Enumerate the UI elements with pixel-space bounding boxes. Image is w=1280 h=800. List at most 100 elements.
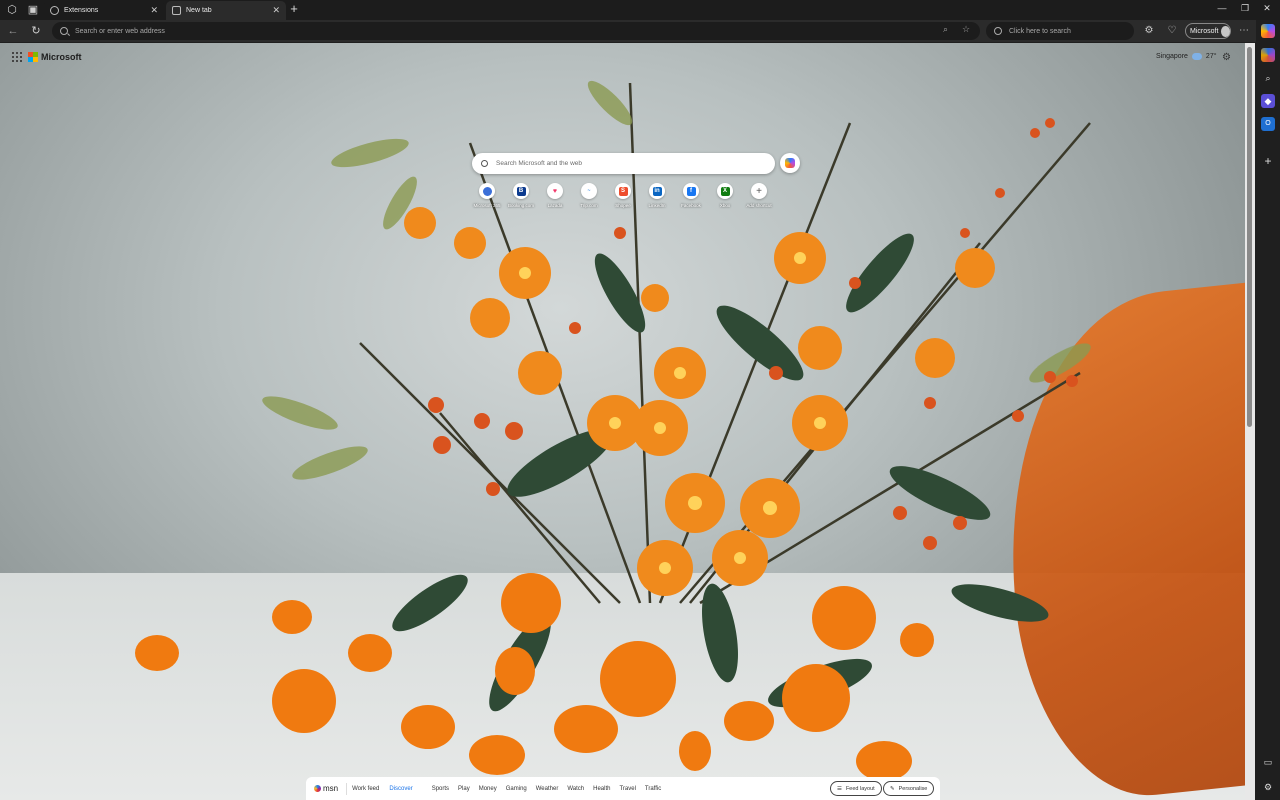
minimize-icon[interactable]: — — [1215, 3, 1229, 13]
shortcut-label: Booking.com — [507, 203, 534, 208]
new-tab-button[interactable]: + — [287, 2, 301, 16]
app-launcher-icon[interactable] — [12, 52, 22, 62]
address-bar[interactable]: Search or enter web address — [52, 22, 980, 40]
feed-link-traffic[interactable]: Traffic — [645, 786, 661, 792]
web-search-placeholder: Click here to search — [1009, 27, 1071, 35]
feed-layout-button[interactable]: ☰ Feed layout — [830, 781, 882, 796]
refresh-icon[interactable]: ↻ — [29, 24, 43, 38]
sidebar-settings-icon[interactable]: ⚙ — [1261, 780, 1275, 794]
feed-link-watch[interactable]: Watch — [567, 786, 584, 792]
shortcut-label: Lazada — [547, 203, 563, 208]
add-sidebar-app-icon[interactable]: + — [1261, 154, 1275, 168]
shortcut-label: Add shortcut — [746, 203, 772, 208]
microsoft-logo-icon — [28, 52, 38, 62]
feed-link-sports[interactable]: Sports — [432, 786, 449, 792]
shortcut-microsoft-365[interactable]: Microsoft 365 — [470, 183, 504, 208]
tab-work-feed[interactable]: Work feed — [346, 782, 384, 795]
personalise-label: Personalise — [898, 785, 928, 792]
search-icon[interactable]: ⌕ — [1261, 71, 1275, 85]
tab-new-tab[interactable]: New tab ✕ — [166, 1, 286, 20]
cloud-icon — [1191, 53, 1202, 60]
msn-butterfly-icon — [314, 785, 321, 792]
feed-link-health[interactable]: Health — [593, 786, 610, 792]
shortcut-facebook[interactable]: f Facebook — [674, 183, 708, 208]
m365-icon — [479, 183, 495, 199]
tab-label: New tab — [186, 7, 212, 14]
avatar — [1221, 25, 1230, 37]
shortcut-trip[interactable]: ~ Trip.com — [572, 183, 606, 208]
shortcut-label: Trip.com — [580, 203, 598, 208]
xbox-icon: X — [717, 183, 733, 199]
shortcut-label: LinkedIn — [648, 203, 666, 208]
scrollbar-thumb[interactable] — [1247, 47, 1252, 427]
close-icon[interactable]: ✕ — [272, 5, 280, 16]
feed-link-money[interactable]: Money — [479, 786, 497, 792]
copilot-app-icon[interactable] — [1261, 48, 1275, 62]
page-scrollbar[interactable] — [1245, 43, 1255, 800]
search-icon — [481, 160, 488, 167]
page-icon — [172, 6, 181, 15]
weather-widget[interactable]: Singapore 27° — [1156, 53, 1217, 60]
search-icon — [60, 27, 68, 35]
edge-sidebar: ⌕ ◆ O + ▭ ⚙ — [1256, 20, 1280, 800]
weather-temperature: 27° — [1205, 53, 1217, 60]
ntp-search-input[interactable]: Search Microsoft and the web — [472, 153, 775, 174]
search-placeholder: Search Microsoft and the web — [496, 160, 582, 167]
shopee-icon: S — [615, 183, 631, 199]
msn-feed-bar: msn Work feed Discover Sports Play Money… — [306, 777, 940, 800]
msn-logo-text: msn — [323, 784, 339, 793]
restore-icon[interactable]: ❐ — [1238, 3, 1252, 14]
workspaces-icon[interactable]: ⬡ — [5, 3, 19, 17]
shortcut-linkedin[interactable]: in LinkedIn — [640, 183, 674, 208]
browser-essentials-icon[interactable]: ♡ — [1165, 24, 1179, 38]
msn-logo[interactable]: msn — [314, 784, 338, 793]
close-icon[interactable]: ✕ — [150, 5, 158, 16]
feed-link-travel[interactable]: Travel — [619, 786, 635, 792]
window-close-icon[interactable]: ✕ — [1260, 3, 1274, 14]
favorite-star-icon[interactable]: ☆ — [962, 24, 970, 35]
tab-label: Extensions — [64, 7, 99, 14]
feed-link-play[interactable]: Play — [458, 786, 470, 792]
address-placeholder: Search or enter web address — [75, 27, 165, 35]
feed-link-gaming[interactable]: Gaming — [506, 786, 527, 792]
web-search-box[interactable]: Click here to search — [986, 22, 1134, 40]
linkedin-icon: in — [649, 183, 665, 199]
shortcut-booking[interactable]: B Booking.com — [504, 183, 538, 208]
copilot-icon — [785, 158, 795, 168]
browser-toolbar: ← ↻ Search or enter web address ⌕ ☆ Clic… — [0, 20, 1280, 42]
trip-icon: ~ — [581, 183, 597, 199]
tab-actions-icon[interactable]: ▣ — [26, 3, 40, 17]
shortcut-lazada[interactable]: ♥ Lazada — [538, 183, 572, 208]
layout-icon: ☰ — [837, 785, 842, 792]
sidebar-layout-icon[interactable]: ▭ — [1261, 755, 1275, 769]
shortcut-label: Microsoft 365 — [473, 203, 501, 208]
brand: Microsoft — [12, 52, 82, 62]
extensions-icon[interactable]: ⚙ — [1142, 24, 1156, 38]
personalise-icon: ✎ — [890, 785, 895, 792]
booking-icon: B — [513, 183, 529, 199]
title-bar: ⬡ ▣ Extensions ✕ New tab ✕ + — ❐ ✕ — [0, 0, 1280, 20]
profile-button[interactable]: Microsoft — [1185, 23, 1231, 39]
lazada-icon: ♥ — [547, 183, 563, 199]
plus-icon: + — [751, 183, 767, 199]
shortcut-xbox[interactable]: X Xbox — [708, 183, 742, 208]
back-icon[interactable]: ← — [6, 24, 20, 38]
tab-extensions[interactable]: Extensions ✕ — [44, 1, 164, 20]
weather-location: Singapore — [1156, 53, 1188, 60]
personalise-button[interactable]: ✎ Personalise — [883, 781, 935, 796]
copilot-button[interactable] — [780, 153, 800, 173]
shortcut-shopee[interactable]: S Shopee — [606, 183, 640, 208]
copilot-icon[interactable] — [1261, 24, 1275, 38]
more-options-icon[interactable]: ⋯ — [1237, 24, 1251, 38]
zoom-icon[interactable]: ⌕ — [943, 24, 948, 35]
brand-label: Microsoft — [41, 52, 82, 62]
feed-link-weather[interactable]: Weather — [536, 786, 559, 792]
new-tab-page: Microsoft Singapore 27° ⚙ Search Microso… — [0, 43, 1245, 800]
tab-discover[interactable]: Discover — [384, 783, 417, 795]
outlook-icon[interactable]: O — [1261, 117, 1275, 131]
add-shortcut-button[interactable]: + Add shortcut — [742, 183, 776, 208]
shortcut-label: Shopee — [615, 203, 631, 208]
shortcut-label: Facebook — [681, 203, 701, 208]
page-settings-icon[interactable]: ⚙ — [1222, 52, 1231, 63]
teams-icon[interactable]: ◆ — [1261, 94, 1275, 108]
